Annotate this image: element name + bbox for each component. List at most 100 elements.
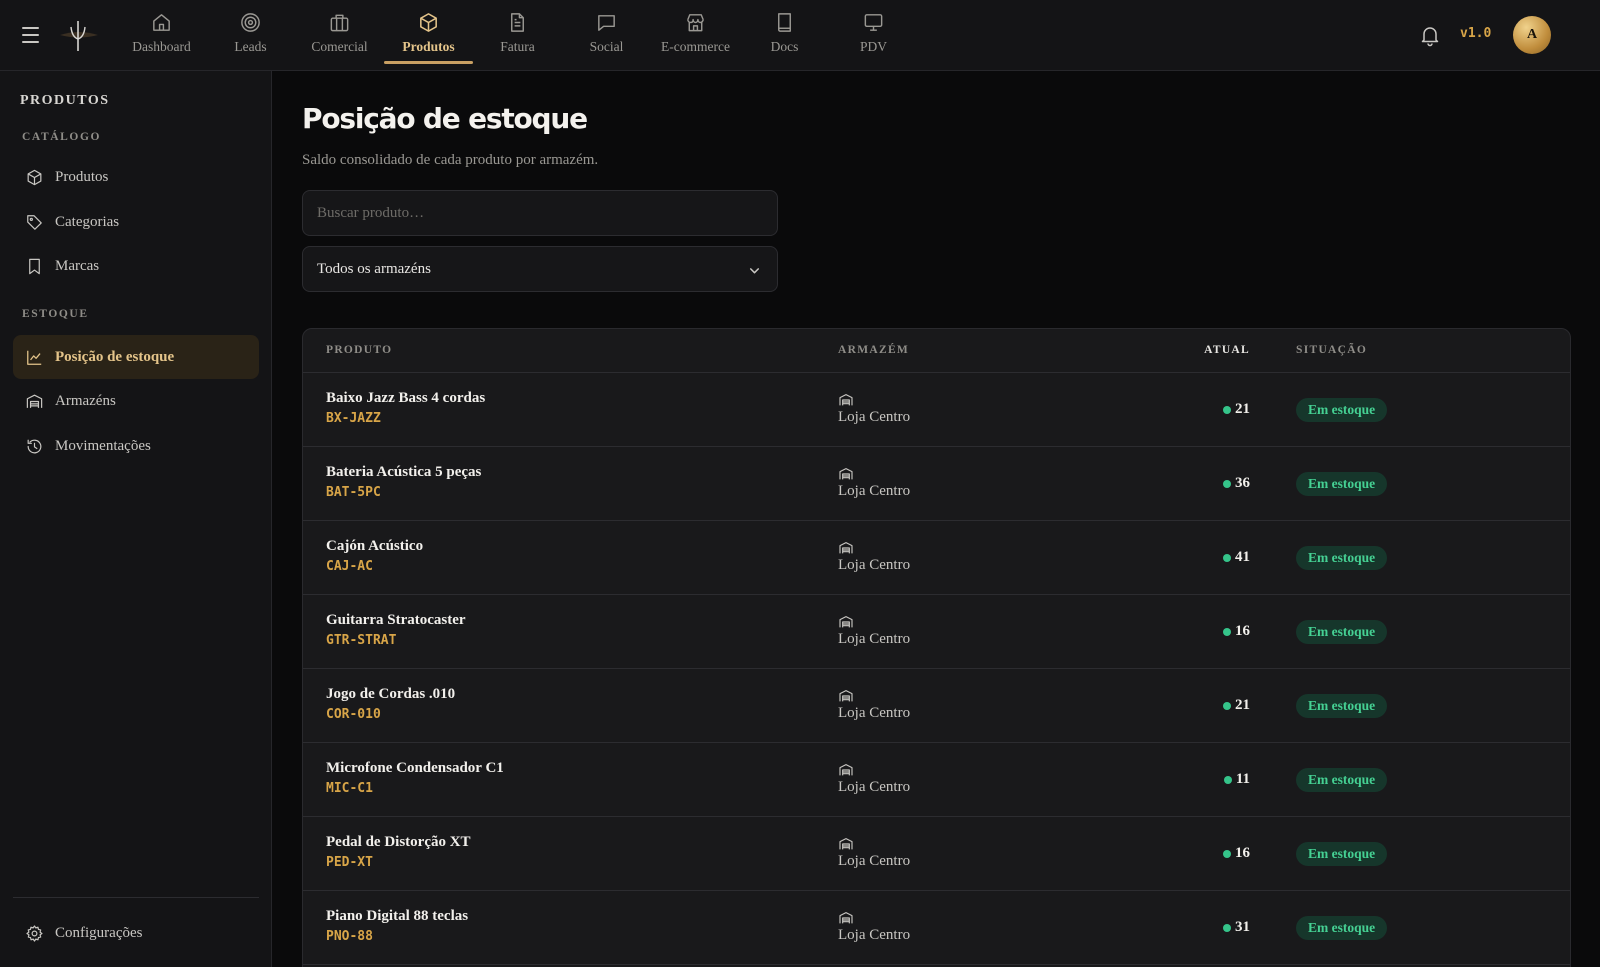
sidebar-item-label: Movimentações (55, 437, 151, 454)
warehouse-cell: Loja Centro (838, 910, 910, 944)
sidebar-item-marcas[interactable]: Marcas (13, 244, 259, 288)
warehouse-name: Loja Centro (838, 853, 911, 869)
bell-icon[interactable] (1418, 23, 1442, 47)
chart-line-icon (27, 350, 42, 365)
column-header-atual[interactable]: ATUAL (1204, 344, 1250, 356)
product-sku: PED-XT (326, 855, 373, 870)
quantity-cell: 16 (1223, 623, 1250, 640)
warehouse-icon (839, 616, 853, 628)
nav-pdv[interactable]: PDV (829, 0, 918, 70)
product-sku: COR-010 (326, 707, 381, 722)
nav-social[interactable]: Social (562, 0, 651, 70)
nav-label: Docs (770, 39, 799, 54)
quantity-cell: 21 (1223, 401, 1250, 418)
status-badge: Em estoque (1296, 768, 1388, 792)
sidebar-item-configuracoes[interactable]: Configurações (13, 911, 259, 955)
nav-fatura[interactable]: Fatura (473, 0, 562, 70)
product-sku: CAJ-AC (326, 559, 373, 574)
sidebar-item-label: Categorias (55, 213, 120, 230)
warehouse-icon (839, 394, 853, 406)
product-name: Piano Digital 88 teclas (326, 908, 469, 924)
warehouse-name: Loja Centro (838, 779, 911, 795)
stock-status-dot (1223, 701, 1231, 710)
stock-status-dot (1223, 627, 1231, 636)
nav-comercial[interactable]: Comercial (295, 0, 384, 70)
search-input[interactable] (302, 190, 778, 236)
warehouse-cell: Loja Centro (838, 466, 910, 500)
stock-status-dot (1223, 553, 1231, 562)
product-cell: Guitarra Stratocaster GTR-STRAT (326, 612, 466, 648)
quantity-cell: 21 (1223, 697, 1250, 714)
table-row[interactable]: Pedal de Distorção XT PED-XT Loja Centro… (303, 817, 1570, 891)
warehouse-name: Loja Centro (838, 631, 911, 647)
stock-status-dot (1223, 775, 1232, 784)
nav-ecommerce[interactable]: E-commerce (651, 0, 740, 70)
table-row[interactable]: Microfone Condensador C1 MIC-C1 Loja Cen… (303, 743, 1570, 817)
product-name: Microfone Condensador C1 (326, 760, 504, 776)
nav-leads[interactable]: Leads (206, 0, 295, 70)
gear-icon (26, 924, 43, 942)
sidebar-section-catalogo: CATÁLOGO (22, 131, 102, 143)
sidebar-item-categorias[interactable]: Categorias (13, 200, 259, 244)
home-icon (153, 14, 170, 31)
column-header-produto[interactable]: PRODUTO (326, 344, 392, 356)
sidebar-item-label: Produtos (55, 168, 109, 185)
quantity-cell: 16 (1223, 845, 1250, 862)
avatar[interactable]: A (1513, 16, 1551, 54)
sidebar-item-armazens[interactable]: Armazéns (13, 379, 259, 423)
nav-dashboard[interactable]: Dashboard (117, 0, 206, 70)
warehouse-cell: Loja Centro (838, 762, 910, 796)
quantity-value: 16 (1235, 623, 1250, 639)
warehouse-cell: Loja Centro (838, 392, 910, 426)
sidebar-item-posicao-estoque[interactable]: Posição de estoque (13, 335, 259, 379)
warehouse-icon (839, 468, 853, 480)
stock-status-dot (1223, 405, 1231, 414)
nav-label: Social (589, 39, 624, 54)
product-sku: GTR-STRAT (326, 633, 397, 648)
table-row[interactable]: Jogo de Cordas .010 COR-010 Loja Centro … (303, 669, 1570, 743)
quantity-cell: 31 (1223, 919, 1250, 936)
column-header-situacao[interactable]: SITUAÇÃO (1296, 344, 1367, 356)
stock-table: PRODUTO ARMAZÉM ATUAL SITUAÇÃO Baixo Jaz… (302, 328, 1571, 967)
table-header: PRODUTO ARMAZÉM ATUAL SITUAÇÃO (303, 329, 1570, 373)
nav-produtos[interactable]: Produtos (384, 0, 473, 70)
nav-docs[interactable]: Docs (740, 0, 829, 70)
history-icon (27, 439, 42, 453)
top-bar: Dashboard Leads Comercial Produtos Fatur… (0, 0, 1600, 71)
warehouse-name: Loja Centro (838, 483, 911, 499)
warehouse-select[interactable]: Todos os armazéns (302, 246, 778, 292)
stock-status-dot (1223, 479, 1231, 488)
product-cell: Jogo de Cordas .010 COR-010 (326, 686, 455, 722)
product-name: Pedal de Distorção XT (326, 834, 471, 850)
stock-status-dot (1223, 849, 1231, 858)
product-name: Jogo de Cordas .010 (326, 686, 456, 702)
quantity-value: 16 (1235, 845, 1250, 861)
column-header-armazem[interactable]: ARMAZÉM (838, 344, 909, 356)
sidebar-item-movimentacoes[interactable]: Movimentações (13, 424, 259, 468)
warehouse-icon (839, 764, 853, 776)
product-name: Guitarra Stratocaster (326, 612, 466, 628)
product-cell: Piano Digital 88 teclas PNO-88 (326, 908, 468, 944)
table-row[interactable]: Piano Digital 88 teclas PNO-88 Loja Cent… (303, 891, 1570, 965)
box-icon (27, 169, 42, 185)
warehouse-cell: Loja Centro (838, 540, 910, 574)
table-row[interactable]: Guitarra Stratocaster GTR-STRAT Loja Cen… (303, 595, 1570, 669)
bookmark-icon (29, 258, 40, 274)
product-cell: Microfone Condensador C1 MIC-C1 (326, 760, 504, 796)
menu-icon[interactable] (22, 24, 44, 46)
quantity-value: 21 (1235, 401, 1250, 417)
status-badge: Em estoque (1296, 620, 1388, 644)
status-badge: Em estoque (1296, 472, 1388, 496)
sidebar-item-label: Armazéns (55, 392, 116, 409)
warehouse-cell: Loja Centro (838, 688, 910, 722)
table-body: Baixo Jazz Bass 4 cordas BX-JAZZ Loja Ce… (303, 373, 1570, 965)
product-cell: Baixo Jazz Bass 4 cordas BX-JAZZ (326, 390, 485, 426)
sidebar-item-produtos[interactable]: Produtos (13, 155, 259, 199)
table-row[interactable]: Bateria Acústica 5 peças BAT-5PC Loja Ce… (303, 447, 1570, 521)
quantity-value: 36 (1235, 475, 1250, 491)
table-row[interactable]: Baixo Jazz Bass 4 cordas BX-JAZZ Loja Ce… (303, 373, 1570, 447)
warehouse-icon (839, 690, 853, 702)
table-row[interactable]: Cajón Acústico CAJ-AC Loja Centro 41 Em … (303, 521, 1570, 595)
sidebar-item-label: Configurações (55, 924, 143, 941)
page-title: Posição de estoque (302, 102, 588, 135)
